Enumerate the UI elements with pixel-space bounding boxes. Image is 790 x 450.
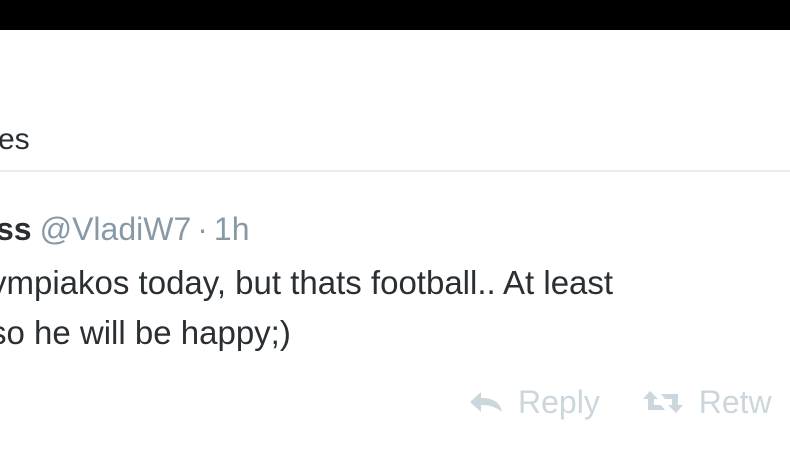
tweet-text: ympiakos today, but thats football.. At … xyxy=(0,258,790,358)
tweet-timestamp[interactable]: 1h xyxy=(214,211,250,247)
retweet-button[interactable]: Retw xyxy=(641,380,772,424)
stream-header: es xyxy=(0,30,790,170)
tweet-fullname[interactable]: ss xyxy=(0,211,32,247)
reply-icon xyxy=(470,391,502,412)
tweet-username[interactable]: @VladiW7 xyxy=(40,211,192,247)
tweet-actions: Reply Retw xyxy=(468,380,790,424)
reply-button[interactable]: Reply xyxy=(468,380,600,424)
tweet-separator: · xyxy=(197,211,208,247)
tweet-text-line: ympiakos today, but thats football.. At … xyxy=(0,264,614,301)
tweet-header: ss @VladiW7 · 1h xyxy=(0,208,249,250)
top-bar xyxy=(0,0,790,30)
tweet[interactable]: ss @VladiW7 · 1h ympiakos today, but thats … xyxy=(0,172,790,450)
retweet-icon xyxy=(642,390,683,413)
tweet-text-line: so he will be happy;) xyxy=(0,314,291,351)
header-label: es xyxy=(0,123,30,156)
retweet-label: Retw xyxy=(698,384,772,420)
reply-label: Reply xyxy=(518,384,600,420)
